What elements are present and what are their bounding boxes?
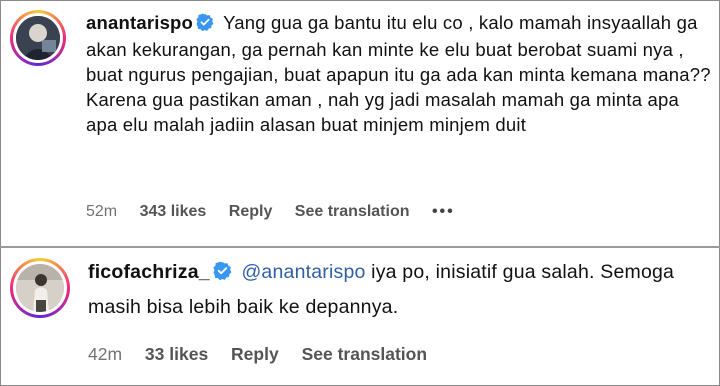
- see-translation-link[interactable]: See translation: [302, 344, 427, 365]
- more-options-icon[interactable]: •••: [432, 203, 455, 221]
- comment-anantarispo: anantarispo Yang gua ga bantu itu elu co…: [0, 0, 720, 248]
- avatar[interactable]: [10, 258, 70, 318]
- avatar[interactable]: [10, 10, 66, 66]
- avatar-photo: [16, 264, 64, 312]
- verified-badge-icon: [213, 258, 232, 291]
- reply-button[interactable]: Reply: [231, 344, 279, 365]
- comment-time: 42m: [88, 344, 123, 364]
- username[interactable]: ficofachriza_: [88, 261, 210, 283]
- verified-badge-icon: [196, 12, 214, 37]
- comment-body: ficofachriza_ @anantarispo iya po, inisi…: [88, 256, 716, 324]
- comment-time: 52m: [86, 203, 118, 220]
- see-translation-link[interactable]: See translation: [295, 203, 410, 221]
- mention-link[interactable]: @anantarispo: [241, 261, 365, 283]
- comment-meta: 42m 33 likes Reply See translation: [88, 344, 445, 365]
- likes-count[interactable]: 343 likes: [140, 203, 207, 221]
- comment-body: anantarispo Yang gua ga bantu itu elu co…: [86, 10, 714, 137]
- likes-count[interactable]: 33 likes: [145, 344, 208, 365]
- reply-button[interactable]: Reply: [229, 203, 273, 221]
- comment-ficofachriza: ficofachriza_ @anantarispo iya po, inisi…: [0, 248, 720, 386]
- username[interactable]: anantarispo: [86, 12, 193, 33]
- avatar-photo: [16, 16, 60, 60]
- comment-meta: 52m 343 likes Reply See translation •••: [86, 203, 473, 221]
